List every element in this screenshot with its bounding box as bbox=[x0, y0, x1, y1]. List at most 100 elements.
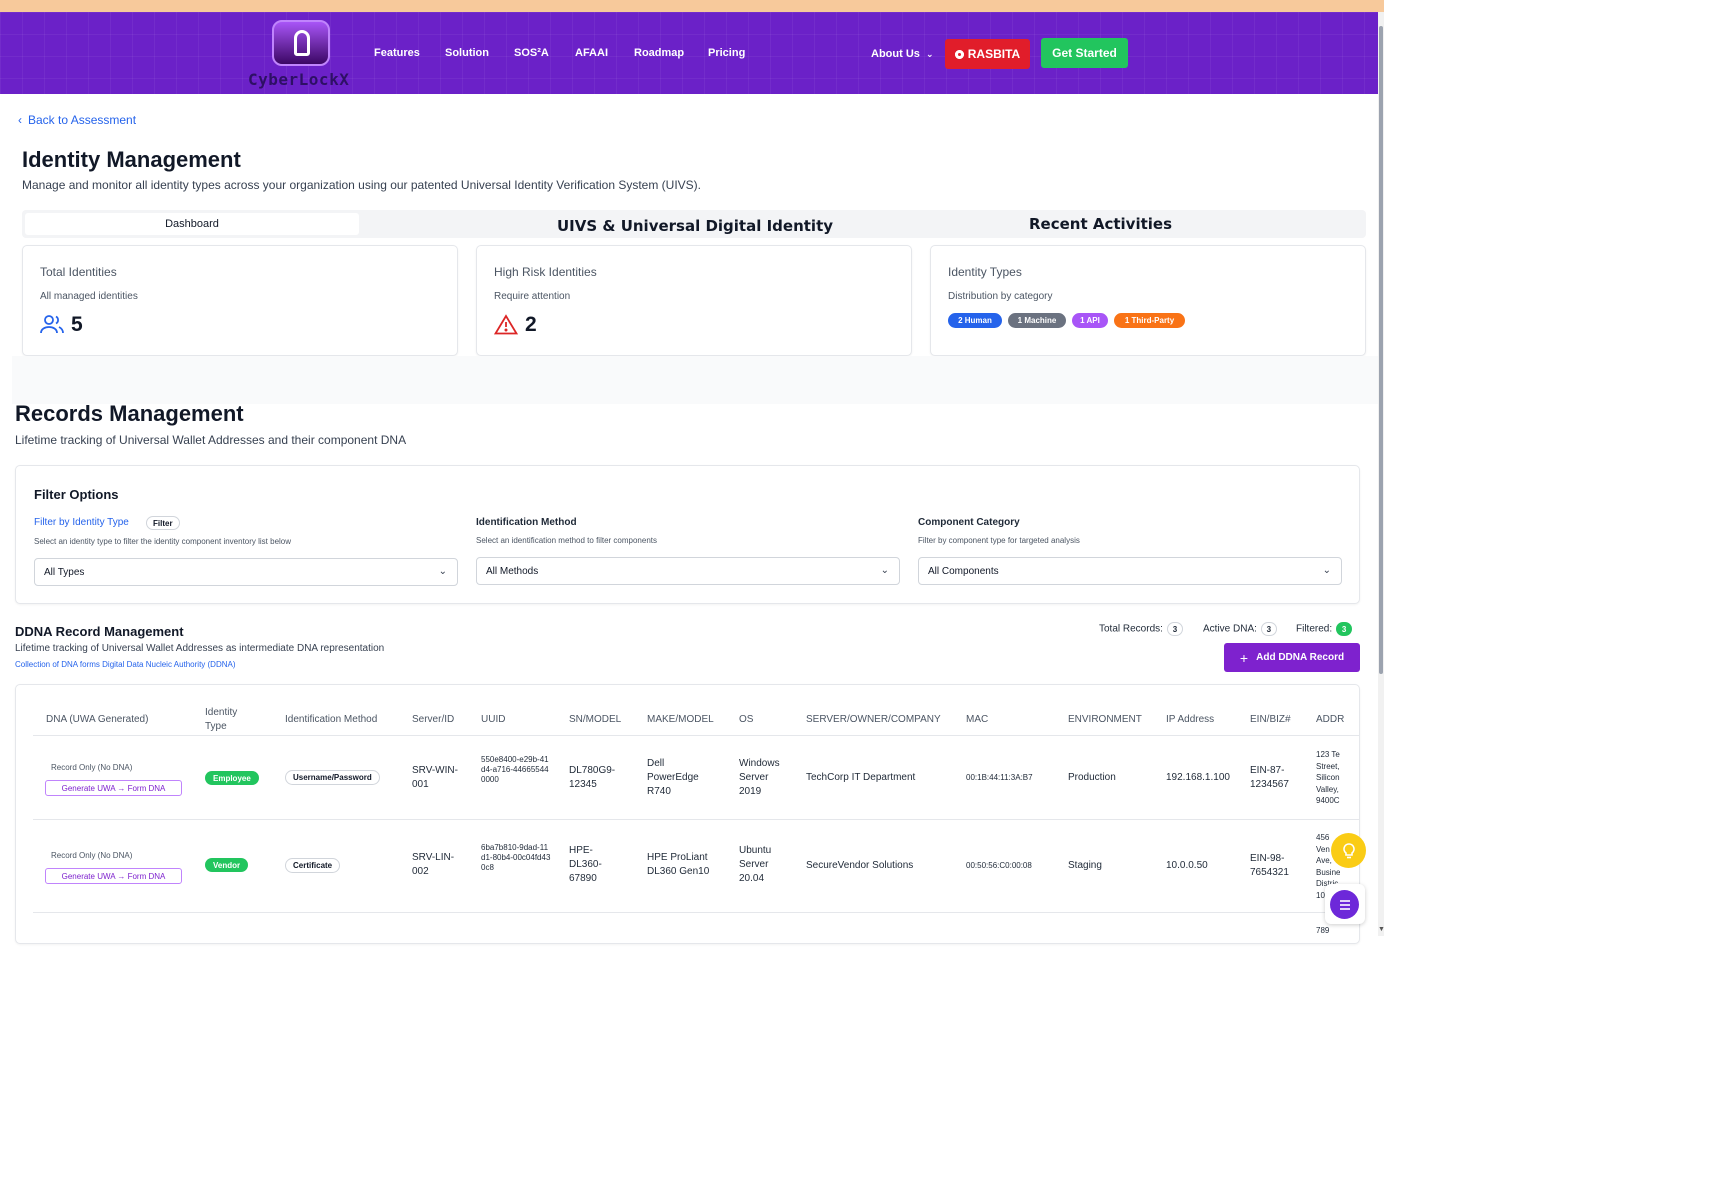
pill-third-party: 1 Third-Party bbox=[1114, 313, 1185, 328]
component-category-select[interactable]: All Components ⌄ bbox=[918, 557, 1342, 585]
nav-link-pricing[interactable]: Pricing bbox=[708, 47, 745, 59]
stat-desc: Require attention bbox=[494, 291, 571, 302]
chevron-left-icon: ‹ bbox=[18, 113, 22, 127]
lightbulb-icon bbox=[1342, 842, 1355, 858]
stat-title: High Risk Identities bbox=[494, 265, 597, 279]
menu-icon bbox=[1330, 890, 1359, 919]
generate-uwa-button[interactable]: Generate UWA → Form DNA bbox=[45, 868, 182, 884]
filter-options-card: Filter Options Filter by Identity Type F… bbox=[15, 465, 1360, 604]
col-header-mac: MAC bbox=[966, 714, 989, 725]
identity-type-badge: Employee bbox=[205, 771, 259, 785]
about-us-label: About Us bbox=[871, 48, 920, 60]
cell-sn-model: HPE-DL360-67890 bbox=[569, 845, 602, 884]
cell-mac: 00:1B:44:11:3A:B7 bbox=[966, 773, 1033, 782]
col-header-address: ADDR bbox=[1316, 714, 1345, 725]
cell-ip: 192.168.1.100 bbox=[1166, 772, 1230, 783]
col-header-uuid: UUID bbox=[481, 714, 506, 725]
component-category-help: Filter by component type for targeted an… bbox=[918, 536, 1080, 545]
nav-link-sos2a[interactable]: SOS²A bbox=[514, 47, 549, 59]
cell-make-model: Dell PowerEdge R740 bbox=[647, 758, 699, 797]
nav-about-us-dropdown[interactable]: About Us ⌄ bbox=[871, 48, 934, 60]
active-dna-badge: 3 bbox=[1260, 622, 1277, 636]
screenshot-root: CyberLockX Features Solution SOS²A AFAAI… bbox=[0, 0, 1544, 1040]
menu-widget[interactable] bbox=[1325, 884, 1365, 924]
records-title: Records Management bbox=[15, 401, 244, 426]
tab-bar: Dashboard UIVS & Universal Digital Ident… bbox=[22, 210, 1366, 238]
rasbita-label: RASBITA bbox=[967, 47, 1021, 61]
cell-mac: 00:50:56:C0:00:08 bbox=[966, 861, 1032, 870]
filter-options-title: Filter Options bbox=[34, 487, 119, 502]
tab-recent-activities[interactable]: Recent Activities bbox=[1029, 215, 1172, 233]
add-ddna-record-button[interactable]: + Add DDNA Record bbox=[1224, 643, 1360, 672]
row-divider bbox=[33, 912, 1359, 913]
identity-type-filter-help: Select an identity type to filter the id… bbox=[34, 537, 292, 546]
stat-value: 5 bbox=[71, 313, 83, 336]
chevron-down-icon: ⌄ bbox=[1322, 565, 1331, 576]
scroll-down-arrow-icon[interactable]: ▼ bbox=[1378, 926, 1385, 933]
page-scrollbar[interactable] bbox=[1378, 12, 1384, 936]
identity-type-select[interactable]: All Types ⌄ bbox=[34, 558, 458, 586]
page-title: Identity Management bbox=[22, 147, 241, 172]
active-dna-label: Active DNA: bbox=[1203, 623, 1257, 635]
page-subtitle: Manage and monitor all identity types ac… bbox=[22, 178, 702, 192]
cyberlockx-logo[interactable]: CyberLockX bbox=[248, 18, 358, 90]
cell-server-id: SRV-LIN-002 bbox=[412, 852, 455, 877]
stat-value: 2 bbox=[525, 313, 537, 336]
high-risk-identities-card: High Risk Identities Require attention 2 bbox=[476, 245, 912, 356]
total-records-label: Total Records: bbox=[1099, 623, 1163, 635]
tab-uivs[interactable]: UIVS & Universal Digital Identity bbox=[557, 217, 833, 235]
header-divider bbox=[33, 735, 1359, 736]
total-records-count: Total Records: 3 bbox=[1099, 622, 1183, 636]
identification-method-label: Identification Method bbox=[476, 517, 577, 528]
col-header-dna: DNA (UWA Generated) bbox=[46, 714, 149, 725]
cell-owner: TechCorp IT Department bbox=[806, 772, 916, 783]
filtered-count: Filtered: 3 bbox=[1296, 622, 1353, 636]
filter-badge: Filter bbox=[146, 516, 180, 530]
nav-link-features[interactable]: Features bbox=[374, 47, 420, 59]
scrollbar-thumb[interactable] bbox=[1379, 26, 1383, 674]
col-header-owner: SERVER/OWNER/COMPANY bbox=[806, 714, 941, 725]
total-records-badge: 3 bbox=[1166, 622, 1183, 636]
component-category-label: Component Category bbox=[918, 517, 1020, 528]
identification-method-select[interactable]: All Methods ⌄ bbox=[476, 557, 900, 585]
identity-type-filter-label: Filter by Identity Type bbox=[34, 517, 129, 528]
cell-uuid: 6ba7b810-9dad-11d1-80b4-00c04fd430c8 bbox=[481, 843, 551, 872]
nav-link-solution[interactable]: Solution bbox=[445, 47, 489, 59]
cell-address: 123 Te Street, Silicon Valley, 9400C bbox=[1316, 750, 1340, 805]
back-to-assessment-link[interactable]: ‹ Back to Assessment bbox=[18, 113, 136, 127]
ddna-records-table: DNA (UWA Generated) Identity Type Identi… bbox=[15, 684, 1360, 944]
select-value: All Components bbox=[928, 565, 999, 577]
records-subtitle: Lifetime tracking of Universal Wallet Ad… bbox=[15, 433, 407, 447]
col-header-ip: IP Address bbox=[1166, 714, 1215, 725]
cell-address-next: 789 bbox=[1316, 926, 1330, 935]
active-dna-count: Active DNA: 3 bbox=[1203, 622, 1277, 636]
cell-sn-model: DL780G9-12345 bbox=[569, 765, 616, 790]
col-header-ein: EIN/BIZ# bbox=[1250, 714, 1291, 725]
tips-button[interactable] bbox=[1331, 833, 1366, 868]
generate-uwa-button[interactable]: Generate UWA → Form DNA bbox=[45, 780, 182, 796]
col-header-environment: ENVIRONMENT bbox=[1068, 714, 1142, 725]
col-header-identification-method: Identification Method bbox=[285, 714, 378, 725]
section-divider-band bbox=[12, 356, 1378, 404]
rasbita-button[interactable]: RASBITA bbox=[945, 39, 1030, 69]
cell-owner: SecureVendor Solutions bbox=[806, 860, 914, 871]
nav-link-roadmap[interactable]: Roadmap bbox=[634, 47, 684, 59]
get-started-button[interactable]: Get Started bbox=[1041, 38, 1128, 68]
cell-ip: 10.0.0.50 bbox=[1166, 860, 1208, 871]
dna-status: Record Only (No DNA) bbox=[51, 763, 133, 772]
lock-logo-icon bbox=[272, 20, 330, 66]
tab-dashboard[interactable]: Dashboard bbox=[25, 213, 359, 235]
pill-machine: 1 Machine bbox=[1008, 313, 1066, 328]
ddna-subtitle: Lifetime tracking of Universal Wallet Ad… bbox=[15, 643, 385, 654]
identity-types-card: Identity Types Distribution by category … bbox=[930, 245, 1366, 356]
chevron-down-icon: ⌄ bbox=[925, 49, 934, 59]
col-header-server-id: Server/ID bbox=[412, 714, 455, 725]
nav-link-afaai[interactable]: AFAAI bbox=[575, 47, 608, 59]
back-link-label: Back to Assessment bbox=[28, 113, 137, 127]
cell-uuid: 550e8400-e29b-41d4-a716-446655440000 bbox=[481, 755, 549, 784]
cell-os: Windows Server 2019 bbox=[739, 758, 780, 797]
cell-ein: EIN-87-1234567 bbox=[1250, 765, 1289, 790]
warning-triangle-icon bbox=[494, 314, 518, 335]
ddna-collection-link[interactable]: Collection of DNA forms Digital Data Nuc… bbox=[15, 660, 236, 669]
browser-toolbar-strip bbox=[0, 0, 1384, 12]
